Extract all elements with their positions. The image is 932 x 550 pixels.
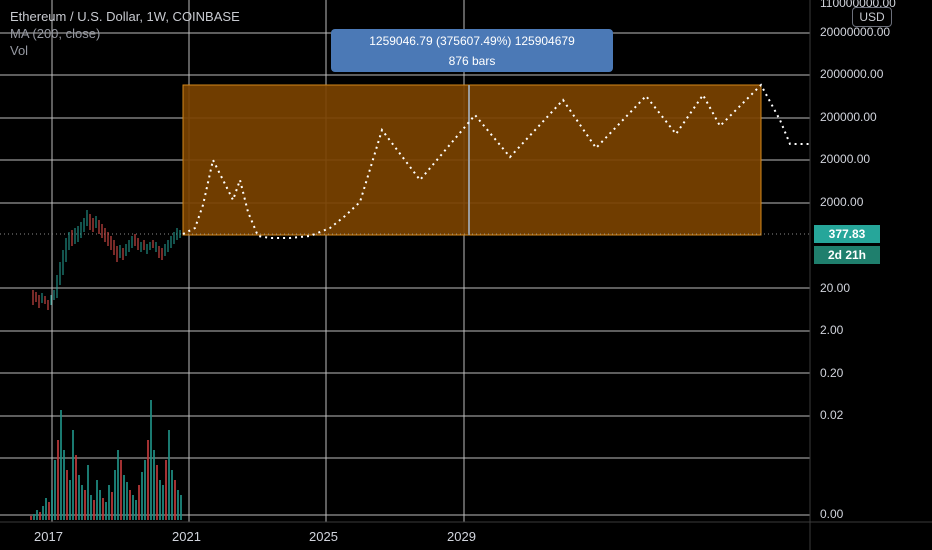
volume-bar <box>129 490 131 520</box>
x-tick: 2017 <box>34 529 63 544</box>
volume-bar <box>42 506 44 520</box>
volume-bar <box>30 516 32 520</box>
volume-bar <box>72 430 74 520</box>
bar-countdown-label: 2d 21h <box>814 246 880 264</box>
y-tick: 2.00 <box>820 323 844 337</box>
y-tick: 20000.00 <box>820 152 871 166</box>
volume-bar <box>102 498 104 520</box>
volume-bar <box>111 492 113 520</box>
y-tick: 2000.00 <box>820 195 864 209</box>
x-tick: 2029 <box>447 529 476 544</box>
volume-bar <box>135 500 137 520</box>
volume-bar <box>54 460 56 520</box>
volume-bar <box>180 495 182 520</box>
volume-bar <box>39 512 41 520</box>
volume-bar <box>150 400 152 520</box>
measure-bar-count: 876 bars <box>448 54 496 68</box>
volume-bar <box>156 465 158 520</box>
volume-bar <box>108 485 110 520</box>
measure-tooltip: 1259046.79 (375607.49%) 125904679 876 ba… <box>331 29 613 72</box>
y-tick: 20.00 <box>820 281 851 295</box>
volume-bar <box>138 485 140 520</box>
volume-bar <box>45 498 47 520</box>
volume-bar <box>144 460 146 520</box>
volume-bar <box>75 455 77 520</box>
current-price-label: 377.83 <box>814 225 880 243</box>
volume-bar <box>171 470 173 520</box>
volume-bar <box>93 500 95 520</box>
volume-bar <box>99 490 101 520</box>
x-tick: 2021 <box>172 529 201 544</box>
volume-bar <box>81 485 83 520</box>
volume-bar <box>153 450 155 520</box>
volume-bar <box>90 495 92 520</box>
volume-bar <box>177 490 179 520</box>
volume-bar <box>87 465 89 520</box>
volume-bar <box>165 460 167 520</box>
measure-price-change: 1259046.79 (375607.49%) 125904679 <box>369 34 575 48</box>
volume-bar <box>141 472 143 520</box>
y-tick: 200000.00 <box>820 110 877 124</box>
volume-bar <box>120 460 122 520</box>
volume-bar <box>162 485 164 520</box>
y-tick: 0.02 <box>820 408 844 422</box>
volume-bar <box>168 430 170 520</box>
volume-bar <box>174 480 176 520</box>
ma-indicator-label[interactable]: MA (200, close) <box>10 25 240 42</box>
volume-bar <box>33 514 35 520</box>
y-tick: 0.20 <box>820 366 844 380</box>
volume-bar <box>66 470 68 520</box>
chart-legend: Ethereum / U.S. Dollar, 1W, COINBASE MA … <box>10 8 240 59</box>
volume-bar <box>126 482 128 520</box>
volume-bar <box>147 440 149 520</box>
volume-bar <box>57 440 59 520</box>
symbol-title[interactable]: Ethereum / U.S. Dollar, 1W, COINBASE <box>10 8 240 25</box>
volume-bar <box>159 480 161 520</box>
volume-bar <box>123 475 125 520</box>
volume-bar <box>114 470 116 520</box>
price-chart[interactable] <box>0 0 932 550</box>
currency-button[interactable]: USD <box>852 7 892 27</box>
volume-bar <box>96 480 98 520</box>
volume-bar <box>105 502 107 520</box>
volume-bar <box>132 495 134 520</box>
volume-indicator-label[interactable]: Vol <box>10 42 240 59</box>
price-range-box[interactable] <box>182 84 762 236</box>
volume-bar <box>84 490 86 520</box>
volume-bar <box>36 510 38 520</box>
volume-bar <box>51 490 53 520</box>
volume-bar <box>117 450 119 520</box>
y-tick: 110000000.00 <box>820 0 896 10</box>
volume-bar <box>60 410 62 520</box>
volume-bar <box>78 475 80 520</box>
y-tick: 2000000.00 <box>820 67 884 81</box>
volume-bar <box>63 450 65 520</box>
volume-bar <box>48 502 50 520</box>
y-tick: 20000000.00 <box>820 25 891 39</box>
y-tick: 0.00 <box>820 507 844 521</box>
x-tick: 2025 <box>309 529 338 544</box>
plot-area <box>0 0 810 522</box>
volume-bar <box>69 480 71 520</box>
